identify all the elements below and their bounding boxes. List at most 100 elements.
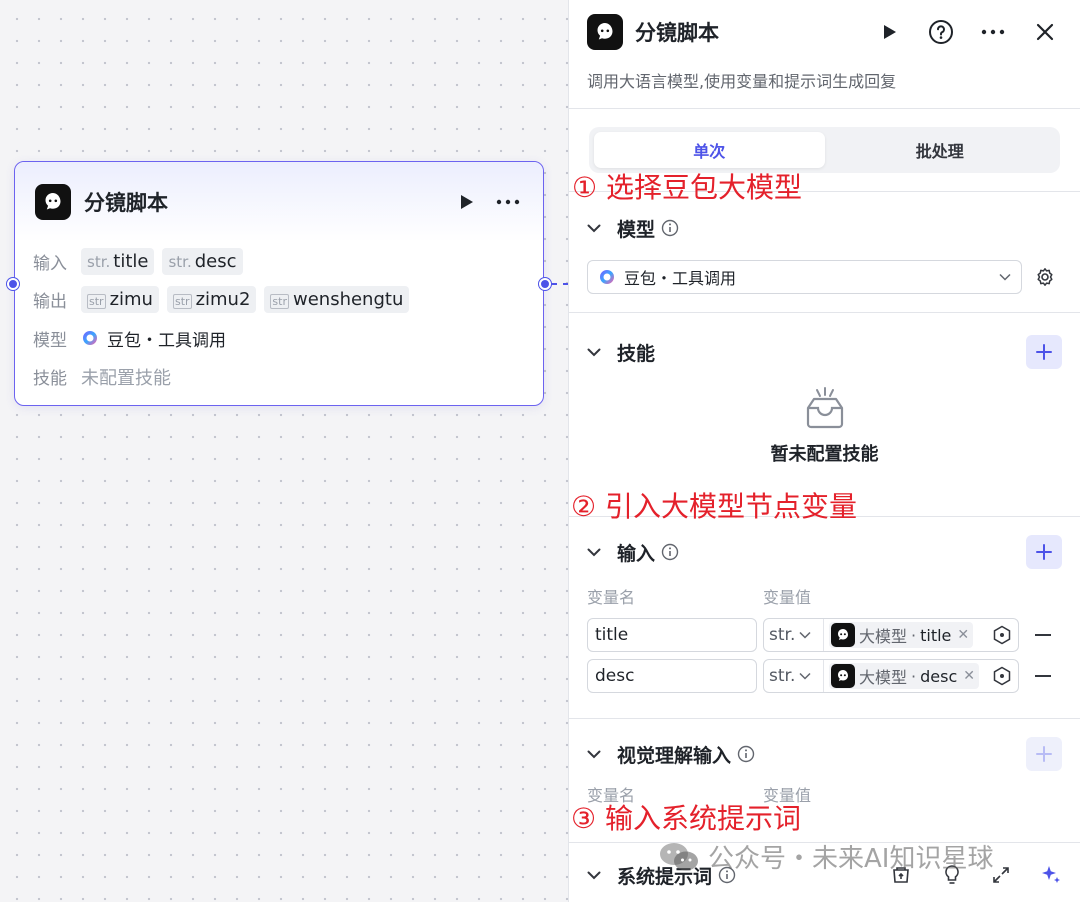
close-button[interactable] bbox=[1028, 15, 1062, 49]
variable-reference-tag[interactable]: 大模型 · desc ✕ bbox=[829, 663, 979, 689]
chevron-down-icon bbox=[999, 273, 1011, 281]
input-section-header[interactable]: 输入 bbox=[569, 532, 1080, 572]
annotation-step3: ③ 输入系统提示词 bbox=[571, 802, 802, 835]
info-icon[interactable] bbox=[737, 745, 755, 763]
tab-single[interactable]: 单次 bbox=[594, 132, 825, 168]
node-input-port[interactable] bbox=[7, 278, 19, 290]
variable-picker-button[interactable] bbox=[992, 625, 1012, 645]
wechat-icon bbox=[660, 842, 698, 870]
node-run-button[interactable] bbox=[451, 187, 481, 217]
node-skill-row: 技能 未配置技能 bbox=[33, 358, 525, 397]
skills-empty-text: 暂未配置技能 bbox=[770, 444, 879, 465]
chevron-down-icon bbox=[587, 548, 605, 557]
add-skill-button[interactable] bbox=[1026, 335, 1062, 369]
plus-icon bbox=[1036, 544, 1052, 560]
ai-optimize-button[interactable] bbox=[1040, 864, 1062, 886]
node-output-chip: str wenshengtu bbox=[264, 286, 410, 314]
node-output-row: 输出 str zimu str zimu2 str wenshengtu bbox=[33, 281, 525, 320]
divider bbox=[569, 108, 1080, 109]
skills-section-header[interactable]: 技能 bbox=[569, 332, 1080, 372]
more-horizontal-icon bbox=[496, 199, 520, 205]
bot-app-icon bbox=[35, 184, 71, 220]
remove-reference-icon[interactable]: ✕ bbox=[957, 627, 969, 643]
type-select-value: str. bbox=[769, 666, 796, 686]
plus-icon bbox=[1036, 344, 1052, 360]
gear-icon bbox=[1037, 268, 1053, 286]
node-config-panel: 分镜脚本 调用大语言模型,使用变量和提示词生成回复 单次 批处理 模型 豆包・工… bbox=[568, 0, 1080, 902]
model-select-value: 豆包・工具调用 bbox=[624, 269, 737, 288]
node-more-button[interactable] bbox=[493, 187, 523, 217]
workflow-node-storyboard[interactable]: 分镜脚本 输入 str. title str. desc 输出 str zimu st… bbox=[14, 161, 544, 406]
sparkle-icon bbox=[1042, 866, 1060, 883]
input-section-title: 输入 bbox=[617, 542, 656, 565]
chevron-down-icon bbox=[799, 672, 811, 680]
connection-edge bbox=[551, 283, 569, 285]
remove-row-button[interactable] bbox=[1033, 675, 1053, 677]
plus-icon bbox=[1036, 746, 1052, 762]
type-select[interactable]: str. bbox=[764, 619, 824, 651]
watermark-text: 公众号・未来AI知识星球 bbox=[708, 844, 994, 874]
close-icon bbox=[1036, 23, 1054, 41]
doubao-logo-icon bbox=[600, 270, 614, 284]
model-select[interactable]: 豆包・工具调用 bbox=[587, 260, 1022, 294]
model-settings-button[interactable] bbox=[1028, 260, 1062, 294]
type-tag: str. bbox=[168, 252, 192, 271]
divider bbox=[569, 312, 1080, 313]
node-output-label: 输出 bbox=[33, 292, 67, 313]
bot-app-icon bbox=[831, 623, 855, 647]
expand-editor-button[interactable] bbox=[992, 866, 1010, 884]
variable-value-field: str. 大模型 · desc ✕ bbox=[763, 659, 1019, 693]
skills-section-title: 技能 bbox=[617, 342, 656, 365]
play-icon bbox=[461, 195, 473, 209]
panel-title: 分镜脚本 bbox=[635, 21, 719, 45]
node-output-chip: str zimu2 bbox=[166, 286, 257, 314]
type-select[interactable]: str. bbox=[764, 660, 824, 692]
variable-reference-tag[interactable]: 大模型 · title ✕ bbox=[829, 622, 974, 648]
annotation-step1: ① 选择豆包大模型 bbox=[572, 171, 803, 204]
help-button[interactable] bbox=[924, 15, 958, 49]
node-output-port[interactable] bbox=[539, 278, 551, 290]
panel-run-button[interactable] bbox=[872, 15, 906, 49]
panel-more-button[interactable] bbox=[976, 15, 1010, 49]
model-section-title: 模型 bbox=[617, 218, 656, 241]
vision-section-header[interactable]: 视觉理解输入 bbox=[569, 734, 1080, 774]
node-input-label: 输入 bbox=[33, 253, 67, 274]
add-vision-input-button[interactable] bbox=[1026, 737, 1062, 771]
ref-node-name: 大模型 bbox=[859, 627, 908, 646]
info-icon[interactable] bbox=[661, 543, 679, 561]
chevron-down-icon bbox=[587, 871, 605, 880]
node-input-chip: str. desc bbox=[162, 247, 243, 275]
divider bbox=[569, 718, 1080, 719]
variable-value-field: str. 大模型 · title ✕ bbox=[763, 618, 1019, 652]
var-name: wenshengtu bbox=[292, 289, 404, 311]
variable-picker-button[interactable] bbox=[992, 666, 1012, 686]
remove-reference-icon[interactable]: ✕ bbox=[963, 668, 975, 684]
watermark: 公众号・未来AI知识星球 bbox=[658, 838, 993, 875]
variable-target-icon bbox=[993, 625, 1011, 645]
node-model-label: 模型 bbox=[33, 330, 67, 351]
minus-icon bbox=[1035, 675, 1051, 677]
panel-header: 分镜脚本 bbox=[569, 0, 1080, 64]
node-input-row: 输入 str. title str. desc bbox=[33, 242, 525, 281]
var-name: zimu2 bbox=[195, 289, 251, 311]
node-title: 分镜脚本 bbox=[84, 191, 168, 215]
info-icon[interactable] bbox=[661, 219, 679, 237]
variable-target-icon bbox=[993, 666, 1011, 686]
input-variable-row: title str. 大模型 · title ✕ bbox=[587, 618, 1063, 652]
remove-row-button[interactable] bbox=[1033, 634, 1053, 636]
bot-app-icon bbox=[831, 664, 855, 688]
variable-name-input[interactable]: desc bbox=[587, 659, 757, 693]
node-output-chip: str zimu bbox=[81, 286, 159, 314]
model-section-header[interactable]: 模型 bbox=[569, 208, 1080, 248]
add-input-button[interactable] bbox=[1026, 535, 1062, 569]
ref-var-name: desc bbox=[920, 666, 958, 686]
variable-name-input[interactable]: title bbox=[587, 618, 757, 652]
tab-batch[interactable]: 批处理 bbox=[825, 132, 1056, 168]
empty-box-icon bbox=[806, 387, 843, 429]
skills-empty-state: 暂未配置技能 bbox=[569, 386, 1080, 466]
doubao-logo-icon bbox=[83, 331, 97, 346]
play-icon bbox=[884, 25, 896, 39]
chevron-down-icon bbox=[587, 750, 605, 759]
ref-node-name: 大模型 bbox=[859, 668, 908, 687]
type-tag: str bbox=[87, 294, 106, 310]
